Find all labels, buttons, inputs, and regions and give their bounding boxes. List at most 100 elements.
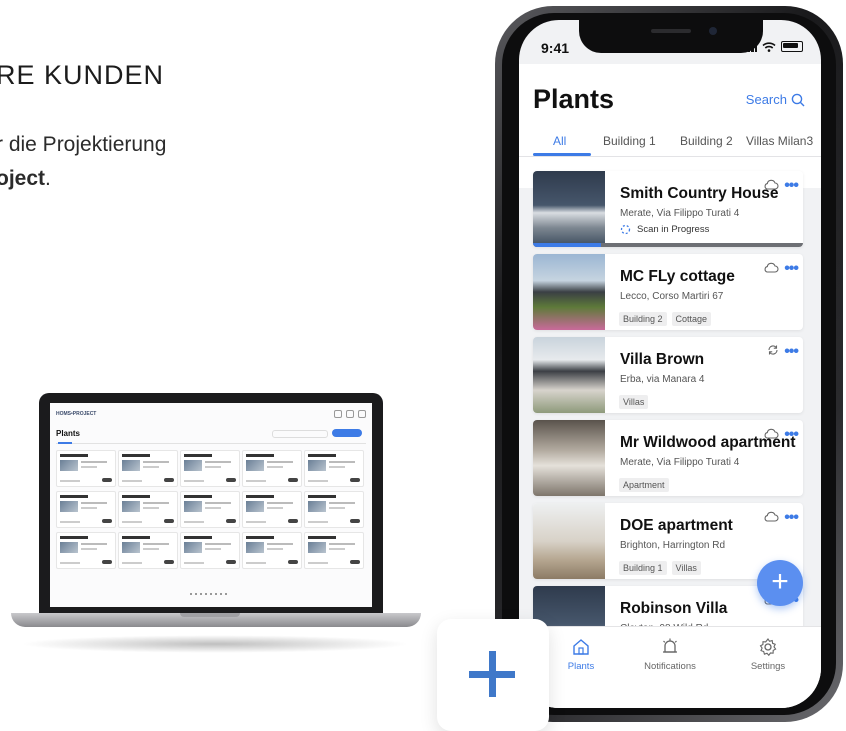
laptop-mini-card-part: [246, 542, 264, 553]
plant-address: Lecco, Corso Martiri 67: [620, 291, 724, 302]
laptop-mini-card: [242, 491, 302, 528]
laptop-mini-card: [304, 491, 364, 528]
laptop-mini-card-part: [184, 542, 202, 553]
plant-thumbnail: [533, 254, 605, 330]
laptop-mini-card: [118, 450, 178, 487]
laptop-search-input: [272, 430, 328, 438]
laptop-mini-card-part: [60, 501, 78, 512]
hero-line-1: r die Projektierung: [0, 133, 167, 156]
plant-title: Villa Brown: [620, 351, 705, 368]
laptop-mini-card-part: [267, 543, 293, 545]
laptop-mini-card-part: [267, 466, 283, 468]
laptop-shadow: [20, 635, 410, 653]
laptop-mini-card-part: [81, 548, 97, 550]
more-options-icon[interactable]: •••: [784, 427, 799, 443]
laptop-icon-3: [358, 410, 366, 418]
plant-card[interactable]: Villa Brown Erba, via Manara 4 ••• Villas: [533, 337, 803, 413]
laptop-mini-card-part: [143, 507, 159, 509]
laptop-new-plant-button: [332, 429, 362, 437]
plant-tag: Cottage: [671, 312, 712, 326]
laptop-mini-card: [242, 532, 302, 569]
status-time: 9:41: [541, 40, 570, 56]
laptop-mini-card: [180, 450, 240, 487]
home-icon: [573, 639, 589, 655]
cloud-icon: [763, 426, 779, 444]
more-options-icon[interactable]: •••: [784, 510, 799, 526]
plant-tag: Villas: [619, 395, 649, 409]
sync-icon: [767, 343, 779, 361]
laptop-mini-card-part: [60, 480, 80, 482]
laptop-mini-card: [118, 491, 178, 528]
spinner-icon: [620, 224, 631, 235]
plus-tile-logo: [437, 619, 549, 731]
plant-card[interactable]: MC FLy cottage Lecco, Corso Martiri 67 •••…: [533, 254, 803, 330]
tab-building-2[interactable]: Building 2: [680, 134, 733, 148]
app-header: Plants Search All Building 1 Building 2 …: [519, 64, 821, 188]
laptop-mini-card-part: [205, 502, 231, 504]
plant-title: MC FLy cottage: [620, 268, 735, 285]
tab-all[interactable]: All: [553, 134, 566, 148]
add-plant-button[interactable]: +: [757, 560, 803, 606]
bottom-navigation: Plants Notifications Settings: [519, 626, 821, 708]
laptop-icon-2: [346, 410, 354, 418]
laptop-mini-card-part: [102, 478, 112, 482]
scan-status-label: Scan in Progress: [637, 224, 710, 235]
plant-card[interactable]: Smith Country House Merate, Via Filippo T…: [533, 171, 803, 247]
laptop-mini-card-part: [184, 501, 202, 512]
plant-tags: Building 1 Villas: [619, 558, 706, 576]
plant-card[interactable]: Mr Wildwood apartment Merate, Via Filippo…: [533, 420, 803, 496]
card-actions: •••: [763, 509, 799, 527]
laptop-mini-card-part: [226, 478, 236, 482]
more-options-icon[interactable]: •••: [784, 261, 799, 277]
laptop-mini-card-part: [143, 461, 169, 463]
laptop-mini-card-part: [143, 548, 159, 550]
laptop-mini-card-part: [267, 502, 293, 504]
laptop-mini-card-part: [246, 536, 274, 539]
laptop-icon-1: [334, 410, 342, 418]
card-actions: •••: [763, 260, 799, 278]
laptop-mini-card-part: [226, 519, 236, 523]
hero-title: RE KUNDEN: [0, 60, 165, 90]
plant-tag: Villas: [671, 561, 701, 575]
laptop-mini-card-part: [205, 507, 221, 509]
laptop-mini-card: [56, 491, 116, 528]
laptop-mini-card-part: [81, 461, 107, 463]
laptop-mini-card: [180, 491, 240, 528]
laptop-mini-card-part: [205, 461, 231, 463]
tab-building-1[interactable]: Building 1: [603, 134, 656, 148]
laptop-mini-card-part: [329, 548, 345, 550]
plant-tags: Building 2 Cottage: [619, 309, 716, 327]
laptop-mini-card-part: [122, 536, 150, 539]
plant-title: Smith Country House: [620, 185, 779, 202]
laptop-mini-card-part: [350, 560, 360, 564]
laptop-mini-card-part: [143, 543, 169, 545]
search-button[interactable]: Search: [746, 92, 805, 107]
laptop-mini-card-part: [288, 560, 298, 564]
laptop-mini-card: [56, 450, 116, 487]
laptop-mini-card-part: [267, 507, 283, 509]
laptop-mini-card-part: [122, 521, 142, 523]
laptop-mini-card-part: [81, 507, 97, 509]
plant-tag: Building 2: [619, 312, 667, 326]
more-options-icon[interactable]: •••: [784, 178, 799, 194]
laptop-mini-card-part: [308, 536, 336, 539]
laptop-mini-card-part: [184, 495, 212, 498]
laptop-tabs-rule: [56, 443, 366, 444]
tab-villas-milan3[interactable]: Villas Milan3: [746, 134, 813, 148]
laptop-mini-card-part: [329, 543, 355, 545]
nav-plants[interactable]: Plants: [536, 637, 626, 672]
laptop-mini-card-part: [288, 478, 298, 482]
nav-notifications[interactable]: Notifications: [625, 637, 715, 672]
nav-settings[interactable]: Settings: [723, 637, 813, 672]
laptop-mini-card-part: [308, 460, 326, 471]
laptop-mini-card-part: [329, 466, 345, 468]
laptop-mini-card-part: [164, 560, 174, 564]
scan-progress-bar: [533, 243, 803, 247]
laptop-mini-card-part: [60, 562, 80, 564]
more-options-icon[interactable]: •••: [784, 344, 799, 360]
plant-address: Brighton, Harrington Rd: [620, 540, 726, 551]
laptop-mini-card-part: [246, 460, 264, 471]
laptop-pagination: [190, 593, 230, 595]
laptop-base-notch: [180, 613, 240, 617]
laptop-mini-card-part: [60, 521, 80, 523]
